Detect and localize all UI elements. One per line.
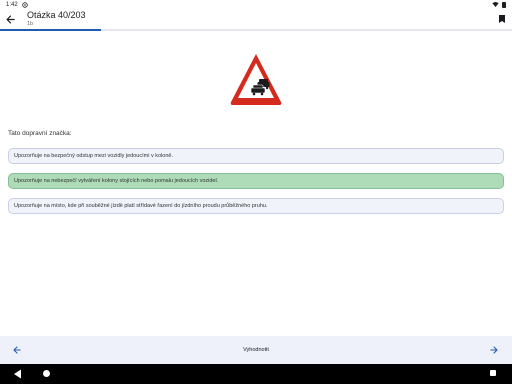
system-back-icon[interactable] [13,369,22,379]
bottom-bar: Vyhodnotit [0,336,512,364]
sync-status-icon [21,1,28,8]
status-time: 1:42 [6,1,18,8]
next-question-button[interactable] [484,343,504,357]
points-subtitle: 1b [27,21,34,27]
page-title: Otázka 40/203 [27,10,86,20]
evaluate-button[interactable]: Vyhodnotit [234,344,278,356]
answer-option-2[interactable]: Upozorňuje na nebezpečí vytváření kolony… [8,173,504,189]
answer-option-2-label: Upozorňuje na nebezpečí vytváření kolony… [14,178,219,184]
answer-option-3[interactable]: Upozorňuje na místo, kde při souběžné jí… [8,198,504,214]
wifi-icon [492,2,499,7]
queue-warning-sign [230,54,282,105]
battery-icon [502,1,506,8]
answer-option-3-label: Upozorňuje na místo, kde při souběžné jí… [14,203,268,209]
bookmark-button[interactable] [496,13,508,25]
question-text: Tato dopravní značka: [8,130,72,137]
bookmark-icon [499,15,505,23]
arrow-right-icon [490,346,498,354]
status-bar: 1:42 [0,0,512,9]
progress-track [0,29,512,31]
answer-option-1-label: Upozorňuje na bezpečný odstup mezi vozid… [14,153,173,159]
app-bar: Otázka 40/203 1b [0,9,512,29]
traffic-sign-image [228,36,284,124]
arrow-left-icon [13,346,21,354]
system-recents-icon[interactable] [490,370,496,376]
progress-fill [0,29,101,31]
status-left: 1:42 [6,2,28,8]
system-navigation-bar [0,364,512,384]
status-right [492,1,506,8]
previous-question-button[interactable] [7,343,27,357]
arrow-left-icon [5,14,15,24]
title-block: Otázka 40/203 1b [27,10,86,28]
answer-option-1[interactable]: Upozorňuje na bezpečný odstup mezi vozid… [8,148,504,164]
system-home-icon[interactable] [43,370,50,377]
back-button[interactable] [4,13,16,25]
